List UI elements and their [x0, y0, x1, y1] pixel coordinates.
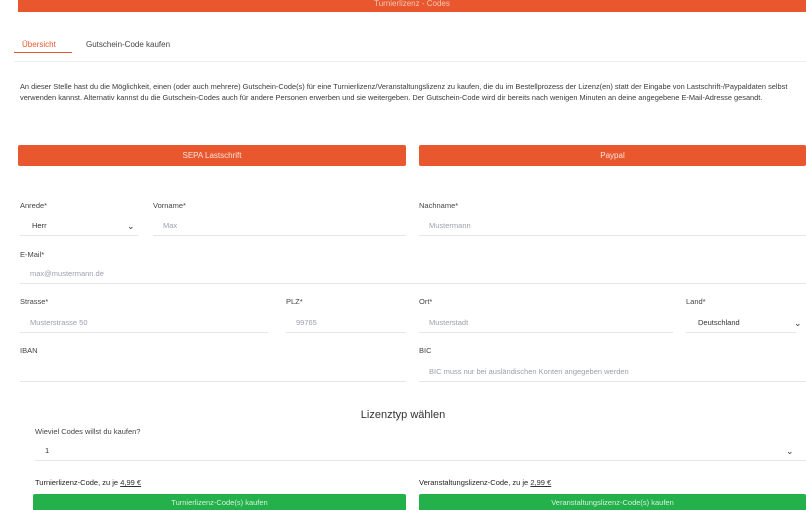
quantity-label: Wieviel Codes willst du kaufen? [35, 427, 141, 436]
email-field[interactable]: max@mustermann.de [20, 264, 806, 284]
email-placeholder: max@mustermann.de [30, 269, 104, 278]
salutation-label: Anrede* [20, 201, 48, 210]
chevron-down-icon: ⌄ [127, 221, 135, 231]
tournament-code-price: 4,99 € [120, 478, 142, 487]
bic-placeholder: BIC muss nur bei ausländischen Konten an… [429, 367, 629, 376]
email-label: E-Mail* [20, 250, 45, 259]
country-label: Land* [686, 297, 706, 306]
first-name-placeholder: Max [163, 221, 178, 230]
page-header: Turnierlizenz - Codes [18, 0, 806, 12]
chevron-down-icon: ⌄ [786, 446, 794, 456]
tab-overview[interactable]: Übersicht [22, 40, 56, 49]
last-name-field[interactable]: Mustermann [419, 216, 806, 236]
street-placeholder: Musterstrasse 50 [30, 318, 88, 327]
first-name-field[interactable]: Max [153, 216, 406, 236]
quantity-select[interactable]: 1 [35, 441, 806, 461]
tournament-code-label: Turnierlizenz-Code, zu je 4,99 € [35, 478, 141, 487]
active-tab-indicator [14, 52, 72, 53]
divider [14, 61, 806, 62]
iban-field[interactable] [20, 362, 406, 382]
iban-label: IBAN [20, 346, 38, 355]
event-code-price: 2,99 € [530, 478, 552, 487]
event-code-label: Veranstaltungslizenz-Code, zu je 2,99 € [419, 478, 551, 487]
buy-tournament-code-button[interactable]: Turnierlizenz-Code(s) kaufen [33, 494, 406, 510]
salutation-value: Herr [32, 221, 47, 230]
page-title: Turnierlizenz - Codes [374, 0, 450, 8]
street-label: Strasse* [20, 297, 49, 306]
bic-label: BIC [419, 346, 432, 355]
event-code-text: Veranstaltungslizenz-Code, zu je [419, 478, 529, 487]
bic-field[interactable]: BIC muss nur bei ausländischen Konten an… [419, 362, 806, 382]
intro-text: An dieser Stelle hast du die Möglichkeit… [20, 82, 788, 102]
first-name-label: Vorname* [153, 201, 186, 210]
city-field[interactable]: Musterstadt [419, 313, 673, 333]
country-value: Deutschland [698, 318, 740, 327]
tab-buy-voucher[interactable]: Gutschein-Code kaufen [86, 40, 170, 49]
chevron-down-icon: ⌄ [794, 318, 802, 328]
country-select[interactable]: Deutschland [686, 313, 796, 333]
sepa-button[interactable]: SEPA Lastschrift [18, 145, 406, 166]
salutation-select[interactable]: Herr [20, 216, 138, 236]
zip-label: PLZ* [286, 297, 303, 306]
paypal-button[interactable]: Paypal [419, 145, 806, 166]
license-type-title: Lizenztyp wählen [360, 409, 446, 421]
last-name-placeholder: Mustermann [429, 221, 471, 230]
zip-field[interactable]: 99765 [286, 313, 406, 333]
quantity-value: 1 [45, 446, 50, 455]
last-name-label: Nachname* [419, 201, 459, 210]
buy-event-code-button[interactable]: Veranstaltungslizenz-Code(s) kaufen [419, 494, 806, 510]
street-field[interactable]: Musterstrasse 50 [20, 313, 268, 333]
zip-placeholder: 99765 [296, 318, 317, 327]
city-label: Ort* [419, 297, 433, 306]
tab-bar: Übersicht Gutschein-Code kaufen [0, 38, 806, 53]
tournament-code-text: Turnierlizenz-Code, zu je [35, 478, 119, 487]
city-placeholder: Musterstadt [429, 318, 469, 327]
